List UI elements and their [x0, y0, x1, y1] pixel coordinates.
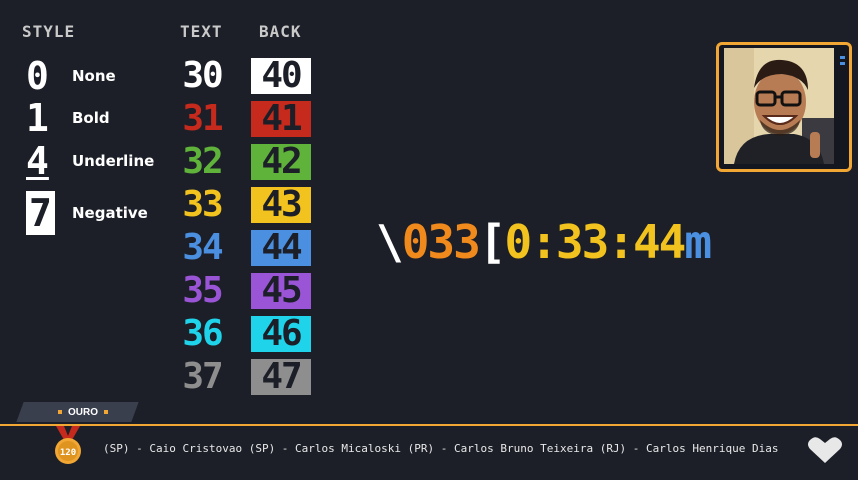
style-label-underline: Underline	[72, 152, 155, 170]
style-label-bold: Bold	[72, 109, 110, 127]
style-code-4: 4	[26, 139, 49, 183]
text-code-37: 37	[182, 356, 223, 397]
back-code-40: 40	[251, 58, 311, 94]
style-row-none: 0 None	[26, 56, 116, 96]
back-code-47: 47	[251, 359, 311, 395]
divider-line	[0, 424, 858, 426]
back-code-42: 42	[251, 144, 311, 180]
tier-name: OURO	[68, 406, 98, 418]
escape-octal: 033	[401, 215, 481, 269]
style-label-negative: Negative	[72, 204, 148, 222]
heart-icon	[808, 437, 842, 463]
escape-backslash: \	[376, 215, 404, 269]
style-row-underline: 4 Underline	[26, 141, 154, 181]
webcam-feed	[724, 48, 834, 164]
medal-badge-number: 120	[60, 448, 76, 458]
text-header: TEXT	[180, 22, 223, 41]
style-label-none: None	[72, 67, 116, 85]
escape-bracket: [	[478, 215, 507, 269]
escape-params: 0:33:44	[504, 215, 687, 269]
webcam-indicator-icon	[840, 56, 845, 65]
text-code-33: 33	[182, 184, 223, 225]
style-code-1: 1	[26, 96, 49, 140]
text-code-31: 31	[182, 98, 223, 139]
presenter-image	[724, 48, 834, 164]
screen: STYLE TEXT BACK 0 None 1 Bold 4 Underlin…	[0, 0, 858, 480]
back-code-44: 44	[251, 230, 311, 266]
style-header: STYLE	[22, 22, 76, 41]
text-code-35: 35	[182, 270, 223, 311]
text-code-34: 34	[182, 227, 223, 268]
text-code-32: 32	[182, 141, 223, 182]
tier-dot-right	[104, 410, 108, 414]
back-code-46: 46	[251, 316, 311, 352]
back-code-41: 41	[251, 101, 311, 137]
escape-sequence: \ 033 [ 0:33:44 m	[376, 215, 712, 269]
text-code-30: 30	[182, 55, 223, 96]
escape-terminator: m	[684, 215, 712, 269]
back-header: BACK	[259, 22, 302, 41]
text-code-36: 36	[182, 313, 223, 354]
style-code-0: 0	[26, 54, 49, 98]
back-code-45: 45	[251, 273, 311, 309]
ticker-bar: (SP) - Caio Cristovao (SP) - Carlos Mica…	[100, 438, 852, 462]
style-code-7: 7	[26, 191, 55, 235]
style-row-bold: 1 Bold	[26, 98, 110, 138]
medal-icon: 120	[55, 426, 81, 464]
style-row-negative: 7 Negative	[26, 191, 148, 235]
back-code-43: 43	[251, 187, 311, 223]
tier-dot-left	[58, 410, 62, 414]
tier-tab-label: OURO	[38, 404, 128, 420]
ticker-text: (SP) - Caio Cristovao (SP) - Carlos Mica…	[103, 442, 779, 455]
